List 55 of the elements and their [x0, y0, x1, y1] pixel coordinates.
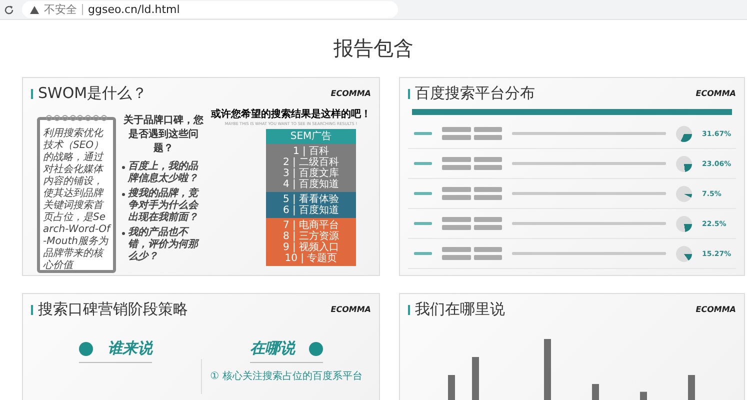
chart-bar	[640, 392, 647, 400]
brand-logo: ECOMMA	[330, 89, 371, 98]
bullet-text: 我的产品也不错，评价为何那么少？	[128, 227, 200, 263]
brand-logo: ECOMMA	[696, 305, 736, 314]
result-label: 2 | 二级百科	[282, 157, 340, 168]
section-heading: 谁来说	[107, 339, 152, 358]
results-heading: 或许您希望的搜索结果是这样的吧！	[211, 107, 371, 121]
bullet-text: 搜我的品牌，竞争对手为什么会出现在我前面？	[128, 188, 200, 224]
brand-logo: ECOMMA	[330, 305, 371, 314]
accent-bar	[31, 304, 33, 314]
accent-bar	[408, 88, 410, 98]
pie-chart-icon	[676, 126, 692, 142]
chart-bar	[448, 375, 455, 400]
accent-bar	[408, 304, 410, 314]
slide-title: 我们在哪里说	[415, 300, 506, 319]
reload-icon[interactable]	[4, 4, 14, 14]
brand-logo: ECOMMA	[696, 89, 736, 98]
question-text: 关于品牌口碑，您是否遇到这些问题？	[122, 114, 204, 155]
result-label: SEM广告	[290, 131, 332, 142]
result-label: 6 | 百度知道	[282, 205, 340, 216]
slide-title: 百度搜索平台分布	[415, 84, 536, 103]
pie-chart-icon	[676, 216, 692, 232]
result-label: 9 | 视频入口	[282, 242, 340, 253]
pie-chart-icon	[676, 186, 692, 202]
result-label: 3 | 百度文库	[282, 168, 340, 179]
chart-bar	[472, 357, 479, 400]
pie-chart-icon	[676, 156, 692, 172]
result-label: 1 | 百科	[292, 146, 330, 157]
result-label: 7 | 电商平台	[282, 220, 340, 231]
bullet-dot-icon	[122, 166, 126, 169]
slide-card[interactable]: 搜索口碑营销阶段策略 ECOMMA 谁来说 在哪说 ① 核心关注搜索占位的百度系平台	[22, 293, 380, 400]
section-heading: 在哪说	[250, 339, 295, 358]
pie-chart-icon	[676, 246, 692, 262]
slide-title: SWOM是什么？	[38, 84, 148, 103]
result-label: 4 | 百度知道	[282, 179, 340, 190]
chart-bar	[544, 339, 551, 400]
page-heading: 报告包含	[334, 35, 414, 62]
url-text: ggseo.cn/ld.html	[88, 3, 180, 16]
result-label: 10 | 专题页	[284, 253, 338, 264]
bullet-dot-icon	[122, 232, 126, 235]
slide-card[interactable]: 我们在哪里说 ECOMMA	[399, 293, 745, 400]
note-text: 利用搜索优化技术（SEO）的战略，通过对社会化媒体内容的铺设，使其达到品牌关键词搜索首页占位，是Search-Word-Of-Mouth服务为品牌带来的核心价值	[43, 128, 110, 272]
slide-card[interactable]	[22, 77, 380, 276]
bullet-text: 百度上，我的品牌信息太少啦？	[128, 161, 200, 185]
result-label: 8 | 三方资源	[282, 231, 340, 242]
point-text: ① 核心关注搜索占位的百度系平台	[210, 370, 362, 383]
chart-bar	[592, 384, 599, 400]
security-label: 不安全	[44, 2, 77, 17]
result-label: 5 | 看看体验	[282, 194, 340, 205]
warning-icon	[30, 6, 39, 14]
bullet-dot-icon	[122, 193, 126, 196]
address-bar[interactable]: 不安全 ggseo.cn/ld.html	[22, 1, 398, 18]
slide-title: 搜索口碑营销阶段策略	[38, 300, 189, 319]
chart-bar	[688, 375, 695, 400]
accent-bar	[31, 88, 33, 98]
